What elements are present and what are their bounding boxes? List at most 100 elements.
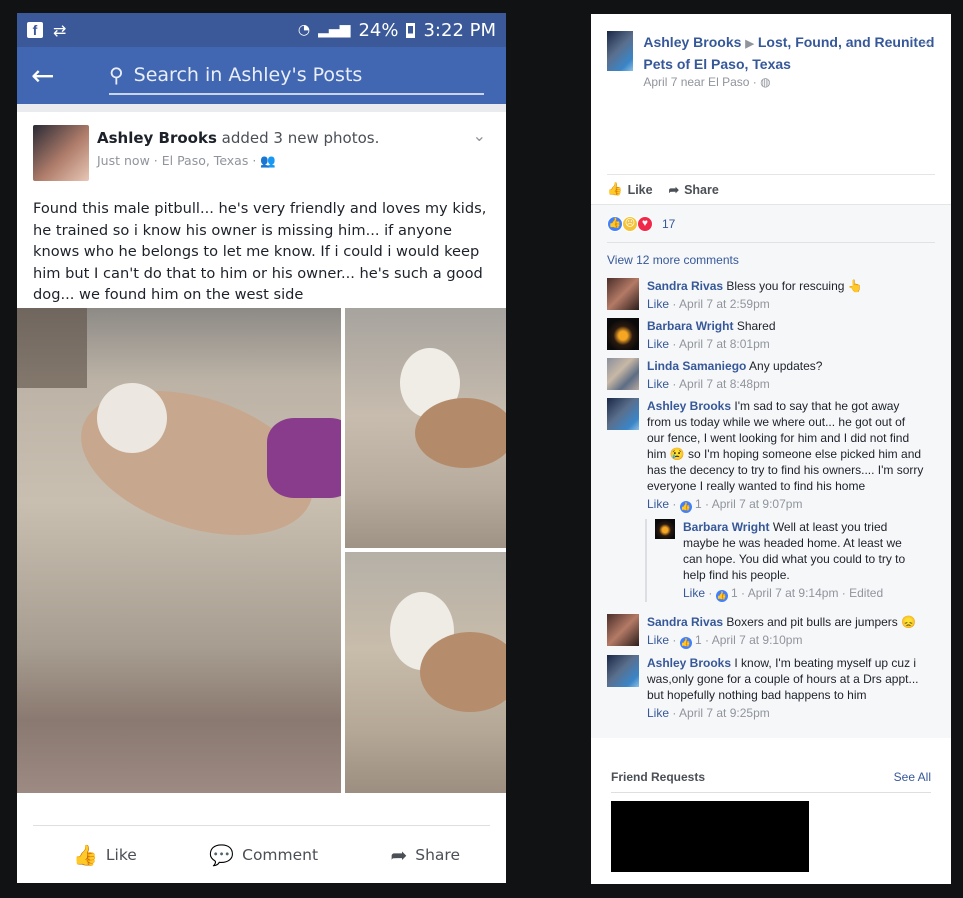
like-button[interactable]: 👍 Like: [607, 182, 653, 197]
thumbs-up-icon: 👍: [73, 842, 98, 867]
share-icon: ➦: [668, 183, 680, 197]
avatar[interactable]: [33, 125, 89, 181]
post-time-location[interactable]: April 7 near El Paso ·: [643, 75, 756, 89]
post-title: Ashley Brooks ▶ Lost, Found, and Reunited …: [643, 32, 935, 74]
sad-reaction-icon: ☹: [622, 215, 638, 232]
comment-time[interactable]: April 7 at 8:48pm: [679, 377, 770, 391]
thumbs-up-icon: 👍: [607, 182, 623, 196]
comment-text: Shared: [736, 319, 776, 333]
friend-requests: Friend Requests See All: [591, 738, 951, 872]
comment-time[interactable]: April 7 at 9:07pm: [712, 497, 803, 511]
post-actions: 👍 Like 💬 Comment ➦ Share: [33, 825, 490, 883]
triangle-right-icon: ▶: [745, 38, 754, 50]
love-reaction-icon: ♥: [637, 215, 653, 232]
wifi-icon: ◔: [297, 22, 311, 38]
comment-author[interactable]: Sandra Rivas: [647, 279, 723, 293]
avatar[interactable]: [607, 31, 634, 71]
comment-time[interactable]: April 7 at 2:59pm: [679, 297, 770, 311]
view-more-comments-link[interactable]: View 12 more comments: [607, 248, 935, 272]
post-author[interactable]: Ashley Brooks: [643, 34, 741, 50]
search-placeholder: Search in Ashley's Posts: [133, 63, 363, 86]
photo-1[interactable]: [17, 308, 341, 793]
comment-like-link[interactable]: Like: [647, 337, 669, 351]
comment-button[interactable]: 💬 Comment: [209, 843, 318, 867]
post-text: Found this male pitbull... he's very fri…: [33, 200, 487, 303]
avatar[interactable]: [655, 519, 675, 539]
comment-like-link[interactable]: Like: [647, 633, 669, 647]
comment-time[interactable]: April 7 at 9:10pm: [712, 633, 803, 647]
comment-like-link[interactable]: Like: [647, 706, 669, 720]
comment: Sandra Rivas Boxers and pit bulls are ju…: [607, 614, 935, 649]
battery-level: 24%: [358, 19, 399, 41]
desktop-post-panel: Ashley Brooks ▶ Lost, Found, and Reunited …: [591, 14, 951, 884]
post-action: added 3 new photos.: [221, 129, 380, 147]
like-count-icon: 👍: [715, 590, 728, 602]
reaction-count: 17: [662, 216, 676, 231]
comment-author[interactable]: Sandra Rivas: [647, 615, 723, 629]
share-button[interactable]: ➦ Share: [668, 182, 719, 198]
chevron-down-icon[interactable]: ⌄: [473, 126, 486, 146]
see-all-link[interactable]: See All: [894, 770, 931, 784]
search-icon: ⚲: [109, 62, 124, 87]
share-button[interactable]: ➦ Share: [390, 843, 460, 867]
comment: Sandra Rivas Bless you for rescuing 👆 Li…: [607, 278, 935, 312]
photo-2[interactable]: [345, 308, 506, 548]
comment-time[interactable]: April 7 at 8:01pm: [679, 337, 770, 351]
comment-text: Bless you for rescuing 👆: [726, 279, 863, 293]
post-author[interactable]: Ashley Brooks: [97, 129, 217, 147]
comment-author[interactable]: Ashley Brooks: [647, 656, 731, 670]
comment: Ashley Brooks I'm sad to say that he got…: [607, 398, 935, 513]
post-author-line: Ashley Brooks added 3 new photos.: [97, 129, 379, 147]
share-label: Share: [684, 182, 719, 197]
search-header: ← ⚲ Search in Ashley's Posts: [17, 47, 506, 104]
comment-time[interactable]: April 7 at 9:25pm: [679, 706, 770, 720]
comment: Ashley Brooks I know, I'm beating myself…: [607, 655, 935, 721]
comment-like-link[interactable]: Like: [647, 297, 669, 311]
comment-text: Boxers and pit bulls are jumpers 😞: [726, 615, 917, 629]
avatar[interactable]: [607, 655, 639, 687]
comment-like-count[interactable]: 1: [695, 633, 702, 647]
comment-like-count[interactable]: 1: [731, 586, 738, 600]
comment-like-link[interactable]: Like: [647, 497, 669, 511]
reaction-summary[interactable]: 👍 ☹ ♥ 17: [607, 205, 935, 243]
like-button[interactable]: 👍 Like: [73, 843, 137, 867]
share-label: Share: [415, 845, 460, 864]
chevron-down-icon[interactable]: ⌄: [921, 32, 933, 49]
comment-like-link[interactable]: Like: [647, 377, 669, 391]
avatar[interactable]: [607, 398, 639, 430]
search-input[interactable]: ⚲ Search in Ashley's Posts: [109, 57, 484, 95]
arrow-left-icon[interactable]: ←: [31, 59, 79, 92]
like-label: Like: [105, 845, 137, 864]
comment-author[interactable]: Barbara Wright: [683, 520, 769, 534]
comment: Linda Samaniego Any updates? Like · Apri…: [607, 358, 935, 392]
comment-like-link[interactable]: Like: [683, 586, 705, 600]
redacted-block: [611, 801, 809, 872]
like-label: Like: [627, 182, 653, 197]
post-meta: Just now · El Paso, Texas · 👥: [97, 153, 276, 168]
like-reaction-icon: 👍: [607, 215, 623, 232]
facebook-icon: f: [27, 22, 43, 38]
comment-author[interactable]: Linda Samaniego: [647, 359, 746, 373]
avatar[interactable]: [607, 278, 639, 310]
photo-3[interactable]: [345, 552, 506, 793]
avatar[interactable]: [607, 358, 639, 390]
clock: 3:22 PM: [423, 19, 496, 41]
comment-icon: 💬: [209, 842, 235, 867]
like-count-icon: 👍: [679, 501, 692, 513]
comment-author[interactable]: Barbara Wright: [647, 319, 733, 333]
comment-reply: Barbara Wright Well at least you tried m…: [645, 519, 935, 602]
friend-requests-title: Friend Requests: [611, 770, 706, 784]
comment: Barbara Wright Shared Like · April 7 at …: [607, 318, 935, 352]
avatar[interactable]: [607, 614, 639, 646]
comment-author[interactable]: Ashley Brooks: [647, 399, 731, 413]
comments-section: 👍 ☹ ♥ 17 View 12 more comments Sandra Ri…: [591, 204, 951, 738]
friends-icon: 👥: [260, 153, 276, 168]
post-location[interactable]: El Paso, Texas: [162, 153, 249, 168]
post: Ashley Brooks added 3 new photos. Just n…: [17, 104, 506, 867]
comment-like-count[interactable]: 1: [695, 497, 702, 511]
avatar[interactable]: [607, 318, 639, 350]
comment-time[interactable]: April 7 at 9:14pm · Edited: [748, 586, 883, 600]
post-time[interactable]: Just now: [97, 153, 150, 168]
photo-grid: [17, 308, 506, 793]
like-count-icon: 👍: [679, 637, 692, 649]
